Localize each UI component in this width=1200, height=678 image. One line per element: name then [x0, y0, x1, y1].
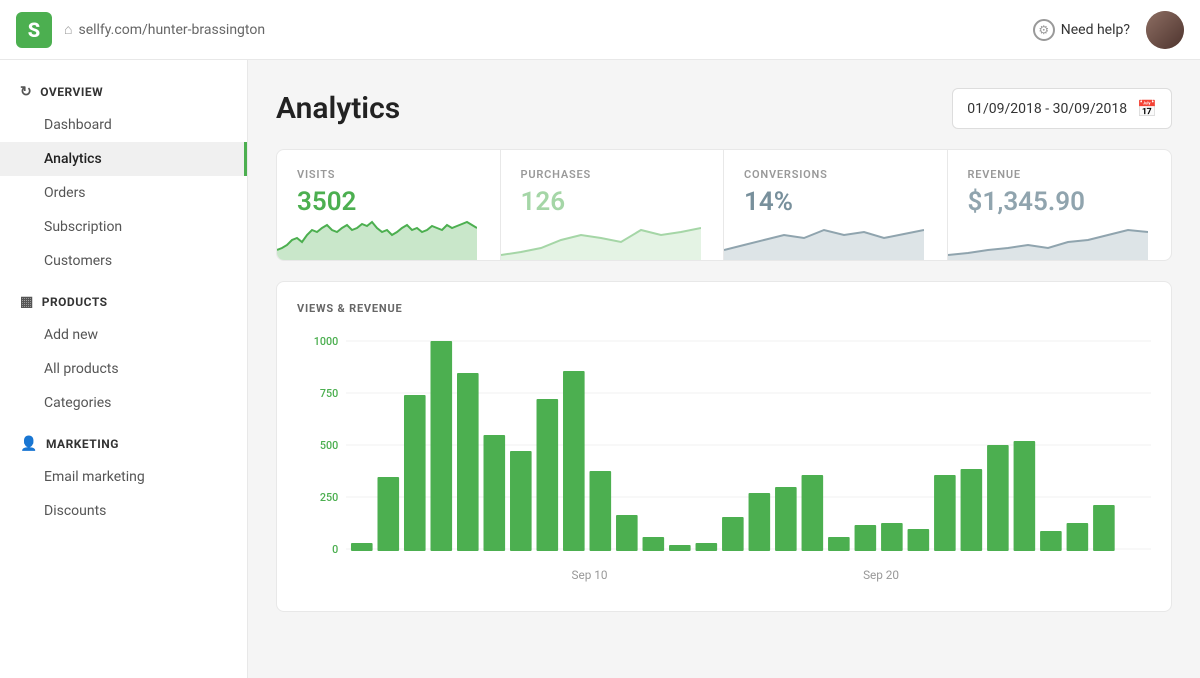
- avatar[interactable]: [1146, 11, 1184, 49]
- purchases-label: PURCHASES: [521, 168, 704, 181]
- products-label: PRODUCTS: [42, 295, 108, 309]
- svg-text:750: 750: [320, 387, 338, 400]
- chart-container: 1000 750 500 250 0: [297, 331, 1151, 591]
- topbar-right: ⚙ Need help?: [1033, 11, 1184, 49]
- sidebar-item-discounts[interactable]: Discounts: [0, 494, 247, 528]
- stat-card-visits: VISITS 3502: [277, 150, 501, 260]
- url-bar: ⌂ sellfy.com/hunter-brassington: [64, 21, 265, 38]
- marketing-label: MARKETING: [46, 437, 119, 451]
- overview-header: ↻ OVERVIEW: [0, 76, 247, 108]
- page-header: Analytics 01/09/2018 - 30/09/2018 📅: [276, 88, 1172, 129]
- bar-chart-svg: 1000 750 500 250 0: [297, 331, 1151, 591]
- conversions-sparkline: [724, 210, 924, 260]
- help-button[interactable]: ⚙ Need help?: [1033, 19, 1130, 41]
- svg-text:0: 0: [332, 543, 338, 556]
- sidebar-item-analytics[interactable]: Analytics: [0, 142, 247, 176]
- help-icon: ⚙: [1033, 19, 1055, 41]
- overview-section: ↻ OVERVIEW Dashboard Analytics Orders Su…: [0, 76, 247, 278]
- sidebar: ↻ OVERVIEW Dashboard Analytics Orders Su…: [0, 60, 248, 678]
- svg-text:250: 250: [320, 491, 338, 504]
- avatar-image: [1146, 11, 1184, 49]
- revenue-label: REVENUE: [968, 168, 1152, 181]
- products-header: ▦ PRODUCTS: [0, 286, 247, 318]
- logo[interactable]: S: [16, 12, 52, 48]
- sidebar-item-all-products[interactable]: All products: [0, 352, 247, 386]
- logo-text: S: [28, 18, 40, 42]
- svg-text:Sep 10: Sep 10: [572, 568, 608, 582]
- sidebar-item-customers[interactable]: Customers: [0, 244, 247, 278]
- sidebar-item-categories[interactable]: Categories: [0, 386, 247, 420]
- page-title: Analytics: [276, 91, 400, 126]
- stat-card-revenue: REVENUE $1,345.90: [948, 150, 1172, 260]
- home-icon: ⌂: [64, 21, 72, 38]
- purchases-sparkline: [501, 210, 701, 260]
- overview-icon: ↻: [20, 84, 32, 100]
- products-icon: ▦: [20, 294, 34, 310]
- sidebar-item-orders[interactable]: Orders: [0, 176, 247, 210]
- sidebar-item-email-marketing[interactable]: Email marketing: [0, 460, 247, 494]
- date-picker[interactable]: 01/09/2018 - 30/09/2018 📅: [952, 88, 1172, 129]
- stats-row: VISITS 3502 PURCHASES 126 CONVERSIONS: [276, 149, 1172, 261]
- sidebar-item-dashboard[interactable]: Dashboard: [0, 108, 247, 142]
- topbar: S ⌂ sellfy.com/hunter-brassington ⚙ Need…: [0, 0, 1200, 60]
- visits-sparkline: [277, 210, 477, 260]
- sidebar-item-subscription[interactable]: Subscription: [0, 210, 247, 244]
- stat-card-conversions: CONVERSIONS 14%: [724, 150, 948, 260]
- calendar-icon: 📅: [1137, 99, 1157, 118]
- content-area: Analytics 01/09/2018 - 30/09/2018 📅 VISI…: [248, 60, 1200, 678]
- revenue-sparkline: [948, 210, 1148, 260]
- main-layout: ↻ OVERVIEW Dashboard Analytics Orders Su…: [0, 60, 1200, 678]
- stat-card-purchases: PURCHASES 126: [501, 150, 725, 260]
- marketing-section: 👤 MARKETING Email marketing Discounts: [0, 428, 247, 528]
- overview-label: OVERVIEW: [40, 85, 103, 99]
- sidebar-item-add-new[interactable]: Add new: [0, 318, 247, 352]
- conversions-label: CONVERSIONS: [744, 168, 927, 181]
- svg-text:500: 500: [320, 439, 338, 452]
- svg-text:Sep 20: Sep 20: [863, 568, 899, 582]
- products-section: ▦ PRODUCTS Add new All products Categori…: [0, 286, 247, 420]
- svg-text:1000: 1000: [314, 335, 339, 348]
- url-text: sellfy.com/hunter-brassington: [78, 22, 265, 38]
- marketing-header: 👤 MARKETING: [0, 428, 247, 460]
- date-range-text: 01/09/2018 - 30/09/2018: [967, 101, 1127, 117]
- chart-title: VIEWS & REVENUE: [297, 302, 1151, 315]
- marketing-icon: 👤: [20, 436, 38, 452]
- help-label: Need help?: [1061, 22, 1130, 38]
- chart-section: VIEWS & REVENUE 1000 750 500 250 0: [276, 281, 1172, 612]
- visits-label: VISITS: [297, 168, 480, 181]
